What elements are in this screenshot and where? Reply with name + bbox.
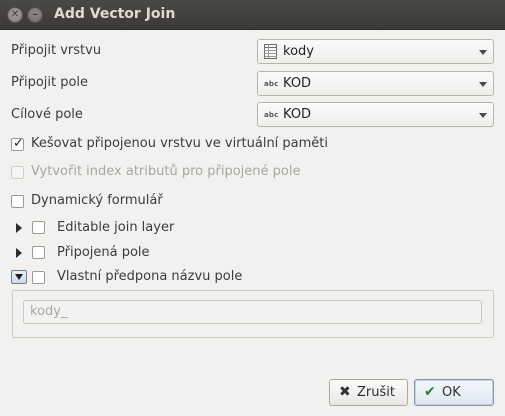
target-field-label: Cílové pole xyxy=(11,107,83,122)
target-field-combo[interactable]: abc KOD xyxy=(257,102,494,127)
prefix-input[interactable]: kody_ xyxy=(23,300,482,324)
collapse-arrow-icon[interactable] xyxy=(11,270,27,284)
chevron-down-icon xyxy=(479,113,487,118)
checkmark-icon: ✓ xyxy=(13,136,24,151)
ok-label: OK xyxy=(442,385,461,400)
join-layer-combo[interactable]: kody xyxy=(257,39,494,64)
cancel-label: Zrušit xyxy=(357,385,395,400)
join-field-value: KOD xyxy=(283,76,312,91)
join-field-combo[interactable]: abc KOD xyxy=(257,71,494,96)
join-layer-label: Připojit vrstvu xyxy=(11,43,102,58)
custom-prefix-checkbox[interactable] xyxy=(32,271,45,284)
title-bar: ✕ – Add Vector Join xyxy=(0,0,505,30)
chevron-down-icon xyxy=(479,50,487,55)
join-layer-value: kody xyxy=(283,44,314,59)
joined-fields-label: Připojená pole xyxy=(57,245,150,260)
ok-button[interactable]: ✔ OK xyxy=(414,379,494,406)
joined-fields-checkbox[interactable] xyxy=(32,246,45,259)
window-title: Add Vector Join xyxy=(54,6,176,22)
close-icon: ✕ xyxy=(10,9,20,20)
custom-prefix-label: Vlastní předpona názvu pole xyxy=(57,269,243,284)
attribute-index-checkbox[interactable] xyxy=(11,166,24,179)
minimize-window-button[interactable]: – xyxy=(27,7,43,23)
text-field-type-icon: abc xyxy=(264,111,279,119)
cancel-button[interactable]: ✖ Zrušit xyxy=(329,379,408,406)
dynamic-form-label: Dynamický formulář xyxy=(31,193,163,208)
cancel-icon: ✖ xyxy=(339,384,351,400)
checkmark-icon: ✔ xyxy=(424,384,436,400)
cache-checkbox[interactable]: ✓ xyxy=(11,136,24,151)
chevron-down-icon xyxy=(479,82,487,87)
prefix-placeholder: kody_ xyxy=(30,304,68,319)
editable-join-label: Editable join layer xyxy=(57,220,175,235)
dynamic-form-checkbox[interactable] xyxy=(11,195,24,208)
cache-label: Kešovat připojenou vrstvu ve virtuální p… xyxy=(31,136,329,151)
join-field-label: Připojit pole xyxy=(11,75,89,90)
editable-join-checkbox[interactable] xyxy=(32,221,45,234)
expand-arrow-icon[interactable] xyxy=(16,223,22,233)
table-layer-icon xyxy=(264,44,277,59)
text-field-type-icon: abc xyxy=(264,80,279,88)
minimize-icon: – xyxy=(32,9,38,20)
attribute-index-label: Vytvořit index atributů pro připojené po… xyxy=(31,164,301,179)
expand-arrow-icon[interactable] xyxy=(16,248,22,258)
close-window-button[interactable]: ✕ xyxy=(7,7,23,23)
target-field-value: KOD xyxy=(283,107,312,122)
